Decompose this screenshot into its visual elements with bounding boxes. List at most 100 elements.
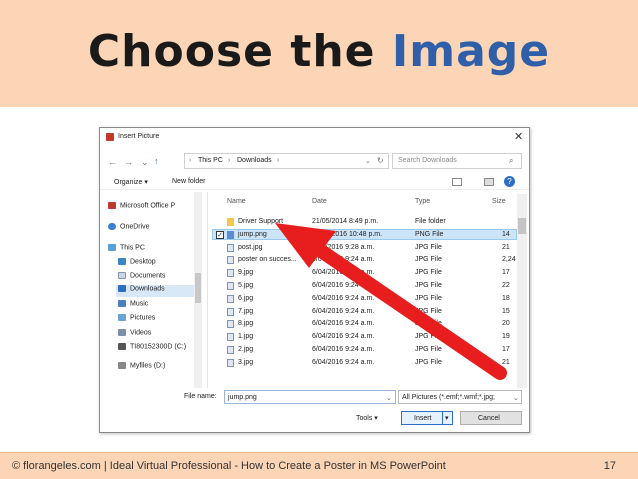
file-size-cell: 19 bbox=[502, 333, 510, 340]
up-arrow-icon[interactable]: ↑ bbox=[154, 156, 159, 166]
sidebar-item-this-pc[interactable]: This PC bbox=[108, 244, 208, 256]
chevron-down-icon[interactable]: ⌄ bbox=[386, 394, 392, 402]
file-name-cell: poster on succes... bbox=[238, 256, 297, 263]
sidebar-item-drive-c[interactable]: TI80152300D (C:) bbox=[118, 343, 218, 355]
file-type-cell: JPG File bbox=[415, 244, 442, 251]
image-file-icon bbox=[227, 269, 234, 277]
sidebar-item-label: This PC bbox=[120, 244, 145, 252]
file-date-cell: 6/04/2016 9:24 a.m. bbox=[312, 308, 375, 315]
file-size-cell: 18 bbox=[502, 295, 510, 302]
address-bar[interactable]: › This PC › Downloads › ⌄ ↻ bbox=[184, 153, 389, 169]
sidebar-item-music[interactable]: Music bbox=[118, 300, 218, 312]
sidebar-scroll-thumb[interactable] bbox=[195, 273, 201, 303]
chevron-down-icon[interactable]: ⌄ bbox=[513, 394, 519, 402]
table-row[interactable]: post.jpg 6/04/2016 9:28 a.m. JPG File 21 bbox=[212, 242, 517, 254]
forward-arrow-icon[interactable]: → bbox=[124, 157, 133, 167]
sidebar-item-label: Music bbox=[130, 300, 149, 308]
cancel-button[interactable]: Cancel bbox=[460, 411, 522, 425]
table-row[interactable]: 5.jpg 6/04/2016 9:24 a.m. JPG File 22 bbox=[212, 280, 517, 292]
image-file-icon bbox=[227, 295, 234, 303]
image-file-icon bbox=[227, 346, 234, 354]
slide-title-main: Choose the bbox=[87, 26, 376, 77]
file-name-cell: 8.jpg bbox=[238, 320, 254, 327]
breadcrumb-downloads[interactable]: Downloads bbox=[237, 157, 272, 164]
address-dropdown-icon[interactable]: ⌄ bbox=[365, 157, 371, 165]
file-type-value: All Pictures (*.emf;*.wmf;*.jpg; bbox=[402, 394, 495, 401]
sidebar-item-label: OneDrive bbox=[120, 223, 150, 231]
image-file-icon bbox=[227, 333, 234, 341]
table-row[interactable]: Driver Support 21/05/2014 8:49 p.m. File f… bbox=[212, 216, 517, 228]
sidebar-item-onedrive[interactable]: OneDrive bbox=[108, 223, 208, 235]
file-size-cell: 2,24 bbox=[502, 256, 516, 263]
file-name-cell: 2.jpg bbox=[238, 346, 254, 353]
file-size-cell: 17 bbox=[502, 346, 510, 353]
sidebar-item-documents[interactable]: Documents bbox=[118, 272, 218, 284]
column-header-name[interactable]: Name bbox=[227, 198, 246, 205]
music-icon bbox=[118, 300, 126, 307]
file-name-cell: 1.jpg bbox=[238, 333, 254, 340]
downloads-icon bbox=[118, 285, 126, 292]
search-input[interactable]: Search Downloads ⌕ bbox=[392, 153, 522, 169]
sidebar-item-pictures[interactable]: Pictures bbox=[118, 314, 218, 326]
file-list-scroll-thumb[interactable] bbox=[518, 218, 526, 234]
sidebar-item-downloads[interactable]: Downloads bbox=[116, 285, 194, 297]
dialog-titlebar: Insert Picture ✕ bbox=[100, 128, 529, 146]
file-date-cell: 6/04/2016 9:28 a.m. bbox=[312, 244, 375, 251]
sidebar-item-label: Desktop bbox=[130, 258, 156, 266]
sidebar-item-videos[interactable]: Videos bbox=[118, 329, 218, 341]
file-type-cell: PNG File bbox=[415, 231, 444, 238]
file-name-input[interactable]: jump.png ⌄ bbox=[224, 390, 396, 404]
table-row[interactable]: 7.jpg 6/04/2016 9:24 a.m. JPG File 15 bbox=[212, 306, 517, 318]
file-date-cell: 6/04/2016 9:24 a.m. bbox=[312, 295, 375, 302]
file-size-cell: 15 bbox=[502, 308, 510, 315]
file-name-value: jump.png bbox=[228, 394, 257, 401]
column-header-date[interactable]: Date bbox=[312, 198, 327, 205]
file-date-cell: 20/04/2016 10:48 p.m. bbox=[312, 231, 383, 238]
back-arrow-icon[interactable]: ← bbox=[108, 157, 117, 167]
page-number: 17 bbox=[603, 460, 616, 472]
preview-pane-icon[interactable] bbox=[484, 178, 494, 186]
table-row[interactable]: 8.jpg 6/04/2016 9:24 a.m. JPG File 20 bbox=[212, 318, 517, 330]
videos-icon bbox=[118, 329, 126, 336]
close-icon[interactable]: ✕ bbox=[514, 130, 523, 143]
folder-icon bbox=[227, 218, 234, 226]
file-type-cell: File folder bbox=[415, 218, 446, 225]
image-file-icon bbox=[227, 256, 234, 264]
tools-menu[interactable]: Tools ▾ bbox=[356, 414, 378, 422]
chevron-down-icon: ▾ bbox=[445, 415, 449, 422]
file-date-cell: 6/04/2016 9:24 a.m. bbox=[312, 256, 375, 263]
breadcrumb-separator-icon: › bbox=[277, 157, 280, 164]
breadcrumb-this-pc[interactable]: This PC bbox=[198, 157, 223, 164]
organize-button[interactable]: Organize ▾ bbox=[114, 178, 148, 186]
view-options-icon[interactable] bbox=[452, 178, 462, 186]
table-row[interactable]: 1.jpg 6/04/2016 9:24 a.m. JPG File 19 bbox=[212, 331, 517, 343]
sidebar-item-label: Microsoft Office P bbox=[120, 202, 176, 210]
sidebar-item-drive-d[interactable]: Myfiles (D:) bbox=[118, 362, 218, 374]
insert-dropdown-button[interactable]: ▾ bbox=[442, 411, 453, 425]
column-header-type[interactable]: Type bbox=[415, 198, 430, 205]
column-header-size[interactable]: Size bbox=[492, 198, 506, 205]
file-type-select[interactable]: All Pictures (*.emf;*.wmf;*.jpg; ⌄ bbox=[398, 390, 522, 404]
table-row[interactable]: poster on succes... 6/04/2016 9:24 a.m. JP… bbox=[212, 254, 517, 266]
table-row[interactable]: 3.jpg 6/04/2016 9:24 a.m. JPG File 21 bbox=[212, 357, 517, 369]
help-icon[interactable]: ? bbox=[504, 176, 515, 187]
sidebar-item-label: Documents bbox=[130, 272, 166, 280]
file-date-cell: 6/04/2016 9:24 a.m. bbox=[312, 320, 375, 327]
sidebar-item-office[interactable]: Microsoft Office P bbox=[108, 202, 208, 214]
file-size-cell: 22 bbox=[502, 282, 510, 289]
table-row[interactable]: jump.png 20/04/2016 10:48 p.m. PNG File 14 bbox=[212, 229, 517, 241]
table-row[interactable]: 2.jpg 6/04/2016 9:24 a.m. JPG File 17 bbox=[212, 344, 517, 356]
file-size-cell: 21 bbox=[502, 359, 510, 366]
slide-footer: © florangeles.com | Ideal Virtual Profes… bbox=[0, 452, 638, 479]
sidebar-item-label: Videos bbox=[130, 329, 152, 337]
table-row[interactable]: 6.jpg 6/04/2016 9:24 a.m. JPG File 18 bbox=[212, 293, 517, 305]
table-row[interactable]: 9.jpg 6/04/2016 9:24 a.m. JPG File 17 bbox=[212, 267, 517, 279]
image-file-icon bbox=[227, 282, 234, 290]
footer-credit: © florangeles.com | Ideal Virtual Profes… bbox=[12, 460, 446, 472]
file-name-cell: Driver Support bbox=[238, 218, 284, 225]
sidebar-item-desktop[interactable]: Desktop bbox=[118, 258, 218, 270]
new-folder-button[interactable]: New folder bbox=[172, 178, 205, 185]
search-icon[interactable]: ⌕ bbox=[509, 156, 513, 166]
refresh-icon[interactable]: ↻ bbox=[377, 156, 384, 165]
recent-chevron-icon[interactable]: ⌄ bbox=[141, 157, 149, 168]
